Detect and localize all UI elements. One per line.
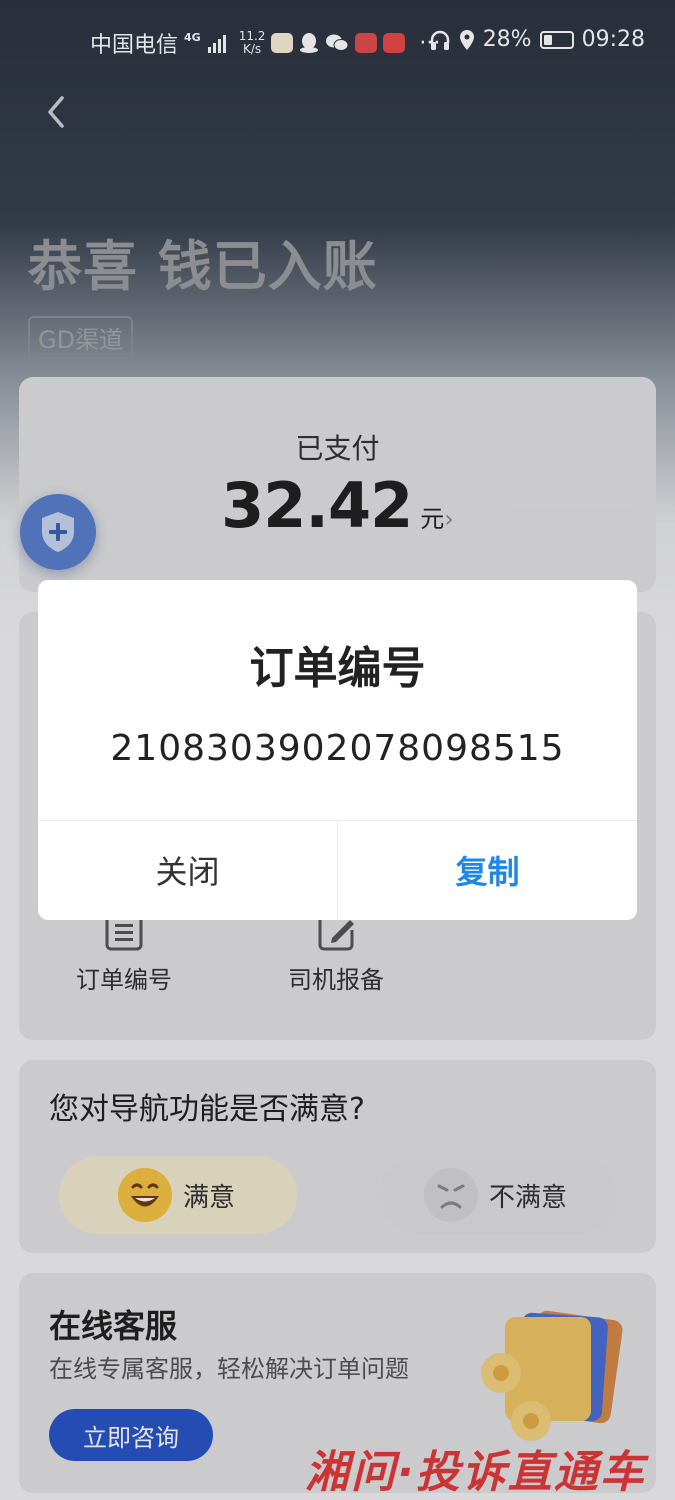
order-number-value: 2108303902078098515 — [110, 728, 565, 769]
page-root: 中国电信 4G 11.2 K/s ··· 28% 09:28 恭喜 钱已入账 G… — [0, 0, 675, 1500]
copy-button[interactable]: 复制 — [338, 820, 637, 920]
dialog-title: 订单编号 — [249, 643, 426, 694]
close-button[interactable]: 关闭 — [38, 820, 337, 920]
order-number-dialog: 订单编号 2108303902078098515 关闭 复制 — [38, 580, 637, 920]
